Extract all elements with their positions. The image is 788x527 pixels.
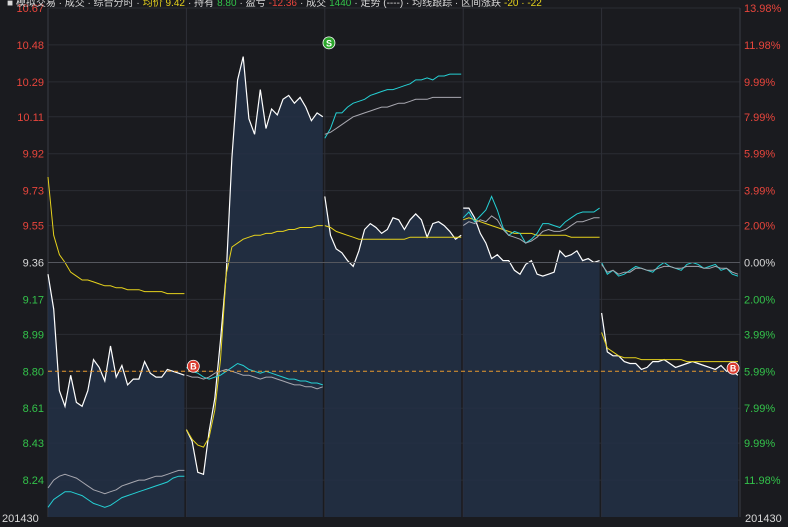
- pct-tick-label: 3.99%: [744, 329, 775, 341]
- pct-tick-label: 2.00%: [744, 294, 775, 306]
- header-segment: 8.80: [217, 0, 237, 9]
- pct-tick-label: 9.99%: [744, 77, 775, 89]
- header-segment: · 成交: [300, 0, 326, 9]
- price-tick-label: 9.55: [23, 221, 44, 233]
- price-tick-label: 9.36: [23, 258, 44, 270]
- intraday-chart: SB B 10.67 13.98%10.48 11.98%10.29 9.99%10.1…: [0, 0, 788, 527]
- price-tick-label: 8.80: [23, 366, 44, 378]
- price-tick-label: 10.11: [17, 112, 44, 124]
- price-tick-label: 8.43: [23, 438, 44, 450]
- price-tick-label: 8.99: [23, 329, 44, 341]
- marker-label: B: [190, 362, 197, 372]
- header-segment: ■ 模拟交易 · 成交 · 综合分时 ·: [7, 0, 140, 9]
- marker-s: S: [322, 36, 336, 50]
- pct-tick-label: 11.98%: [744, 40, 781, 52]
- pct-tick-label: 5.99%: [744, 366, 775, 378]
- pct-tick-label: 11.98%: [744, 475, 781, 487]
- pct-tick-label: 5.99%: [744, 149, 775, 161]
- pct-tick-label: 7.99%: [744, 403, 775, 415]
- price-tick-label: 9.73: [23, 186, 44, 198]
- header-segment: · 盈亏: [240, 0, 266, 9]
- header-segment: 1440: [329, 0, 352, 9]
- marker-b: B: [186, 359, 200, 373]
- price-tick-label: 9.17: [23, 294, 44, 306]
- pct-tick-label: 0.00%: [744, 258, 775, 270]
- pct-tick-label: 7.99%: [744, 112, 775, 124]
- header-segment: 均价 9.42: [143, 0, 186, 9]
- pct-tick-label: 9.99%: [744, 438, 775, 450]
- x-axis-end-label: 201430: [745, 513, 782, 525]
- price-tick-label: 8.61: [23, 403, 44, 415]
- marker-label: S: [326, 38, 332, 48]
- marker-b: B: [726, 361, 740, 375]
- price-tick-label: 9.92: [23, 149, 44, 161]
- header-segment: · 走势 (----) · 均线跟踪 · 区间涨跌: [354, 0, 501, 9]
- x-axis-start-label: 201430: [2, 513, 39, 525]
- price-tick-label: 10.48: [16, 40, 44, 52]
- price-tick-label: 8.24: [23, 475, 44, 487]
- pct-tick-label: 13.98%: [744, 3, 782, 15]
- header-segment: -20 · -22: [504, 0, 542, 9]
- pct-tick-label: 3.99%: [744, 186, 775, 198]
- pct-tick-label: 2.00%: [744, 221, 775, 233]
- header-segment: · 持有: [188, 0, 214, 9]
- price-tick-label: 10.29: [16, 77, 44, 89]
- header-segment: -12.36: [269, 0, 298, 9]
- chart-header: ■ 模拟交易 · 成交 · 综合分时 · 均价 9.42 · 持有 8.80 · 盈亏 -…: [7, 0, 542, 9]
- marker-label: B: [730, 364, 737, 374]
